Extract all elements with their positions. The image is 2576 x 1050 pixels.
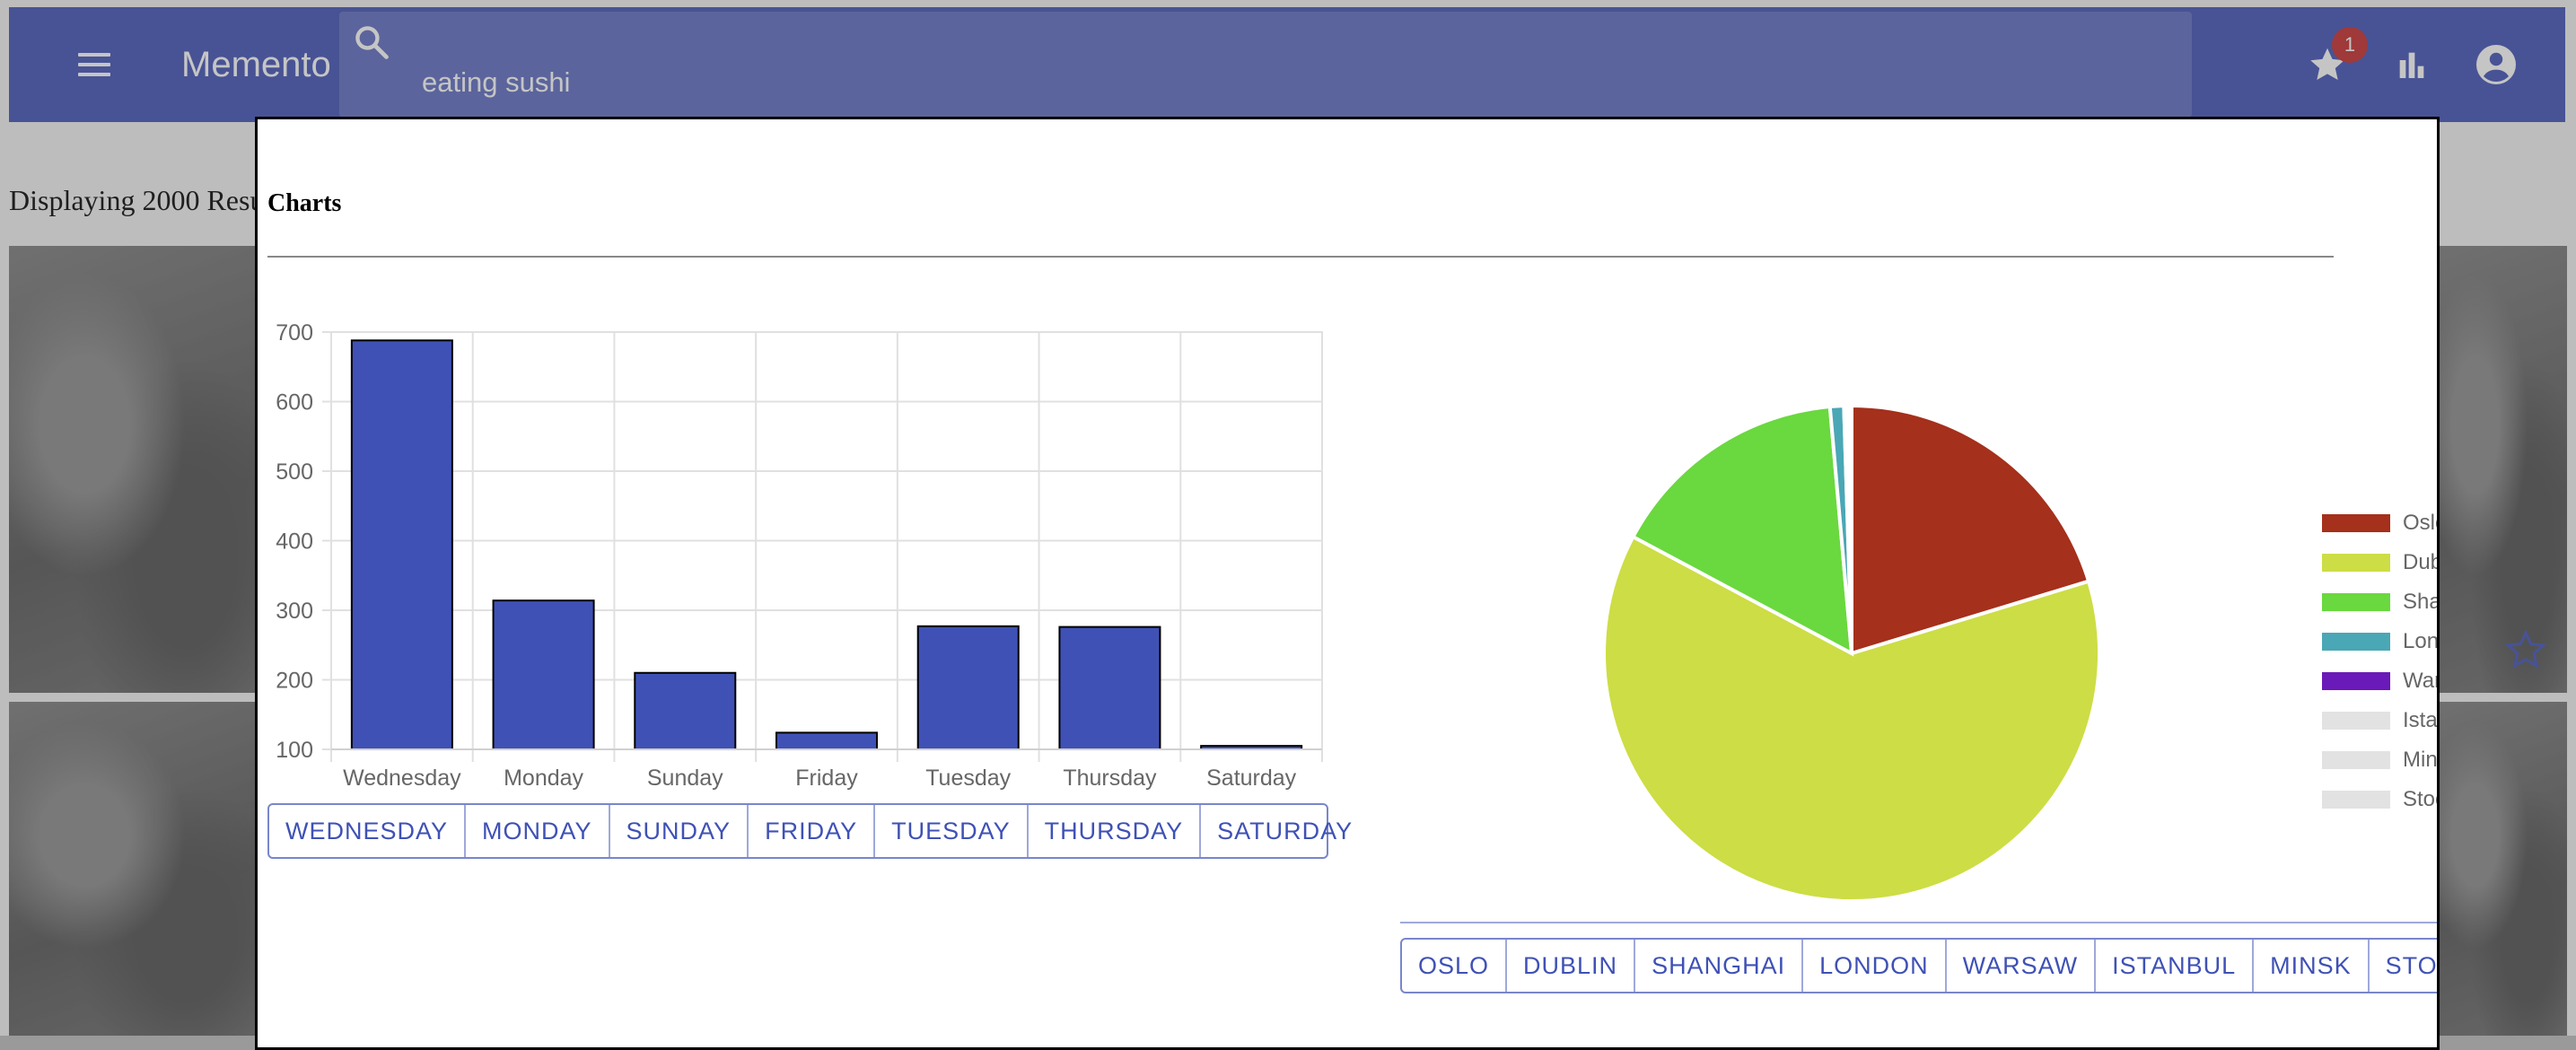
legend-item-dublin[interactable]: Dubl	[2322, 543, 2437, 582]
y-tick-label: 500	[276, 459, 313, 485]
weekday-bar-chart: 700 600 500 400 300 200 100 Wednesday Monday Sund…	[276, 320, 1323, 791]
filter-shanghai-button[interactable]: SHANGHAI	[1635, 940, 1804, 992]
y-tick-label: 100	[276, 738, 313, 763]
y-tick-label: 200	[276, 669, 313, 694]
city-pie-chart	[1602, 403, 2101, 903]
charts-modal: Charts 700 600 500 400 300 200 100 Wednesday Mon…	[255, 117, 2440, 1050]
x-tick-label: Sunday	[647, 766, 723, 791]
x-tick-label: Wednesday	[343, 766, 461, 791]
legend-label: Mins	[2403, 748, 2438, 772]
legend-label: Istan	[2403, 708, 2438, 732]
bar-sunday[interactable]	[634, 671, 737, 750]
legend-item-istanbul[interactable]: Istan	[2322, 701, 2438, 740]
filter-tuesday-button[interactable]: TUESDAY	[875, 805, 1029, 857]
filter-minsk-button[interactable]: MINSK	[2254, 940, 2370, 992]
filter-saturday-button[interactable]: SATURDAY	[1201, 805, 1369, 857]
pie-slice-stockholm[interactable]	[1848, 403, 1853, 654]
y-tick-label: 600	[276, 390, 313, 416]
x-tick-label: Saturday	[1206, 766, 1297, 791]
legend-item-stockholm[interactable]: Stoc	[2322, 780, 2437, 819]
bar-tuesday[interactable]	[916, 625, 1020, 751]
filter-london-button[interactable]: LONDON	[1803, 940, 1947, 992]
modal-title: Charts	[267, 189, 342, 217]
legend-item-london[interactable]: Lond	[2322, 622, 2440, 661]
filter-oslo-button[interactable]: OSLO	[1402, 940, 1508, 992]
legend-swatch	[2322, 593, 2390, 611]
filter-thursday-button[interactable]: THURSDAY	[1029, 805, 1202, 857]
filter-wednesday-button[interactable]: WEDNESDAY	[269, 805, 467, 857]
filter-dublin-button[interactable]: DUBLIN	[1507, 940, 1636, 992]
legend-swatch	[2322, 751, 2390, 769]
city-filter-group: OSLO DUBLIN SHANGHAI LONDON WARSAW ISTANBUL MI…	[1400, 938, 2437, 993]
legend-label: Wars	[2403, 669, 2437, 693]
legend-swatch	[2322, 672, 2390, 690]
bar-wednesday[interactable]	[350, 339, 453, 751]
legend-label: Lond	[2403, 629, 2440, 653]
bar-monday[interactable]	[492, 599, 595, 750]
bar-thursday[interactable]	[1058, 626, 1161, 750]
weekday-filter-group: WEDNESDAY MONDAY SUNDAY FRIDAY TUESDAY THURSD…	[267, 803, 1352, 859]
legend-swatch	[2322, 712, 2390, 730]
legend-item-warsaw[interactable]: Wars	[2322, 661, 2437, 701]
legend-item-minsk[interactable]: Mins	[2322, 740, 2438, 780]
filter-sunday-button[interactable]: SUNDAY	[610, 805, 749, 857]
legend-swatch	[2322, 791, 2390, 809]
filter-stockh-button[interactable]: STOCKH	[2370, 940, 2437, 992]
legend-swatch	[2322, 554, 2390, 572]
legend-item-shanghai[interactable]: Shan	[2322, 582, 2437, 622]
legend-swatch	[2322, 514, 2390, 532]
y-tick-label: 400	[276, 529, 313, 555]
x-tick-label: Tuesday	[925, 766, 1011, 791]
x-tick-label: Thursday	[1063, 766, 1157, 791]
x-tick-label: Friday	[795, 766, 858, 791]
y-tick-label: 300	[276, 599, 313, 624]
divider	[1400, 922, 2437, 923]
legend-swatch	[2322, 633, 2390, 651]
legend-label: Dubl	[2403, 550, 2437, 574]
x-tick-label: Monday	[504, 766, 583, 791]
pie-legend: Oslo Dubl Shan Lond Wars Istan Mins Stoc	[2322, 503, 2440, 819]
legend-label: Stoc	[2403, 787, 2437, 811]
y-tick-label: 700	[276, 320, 313, 346]
filter-warsaw-button[interactable]: WARSAW	[1947, 940, 2097, 992]
divider	[267, 256, 2334, 258]
filter-monday-button[interactable]: MONDAY	[466, 805, 610, 857]
bar-friday[interactable]	[775, 731, 878, 750]
filter-friday-button[interactable]: FRIDAY	[749, 805, 876, 857]
legend-item-oslo[interactable]: Oslo	[2322, 503, 2437, 543]
legend-label: Oslo	[2403, 511, 2437, 535]
legend-label: Shan	[2403, 590, 2437, 614]
filter-istanbul-button[interactable]: ISTANBUL	[2096, 940, 2255, 992]
